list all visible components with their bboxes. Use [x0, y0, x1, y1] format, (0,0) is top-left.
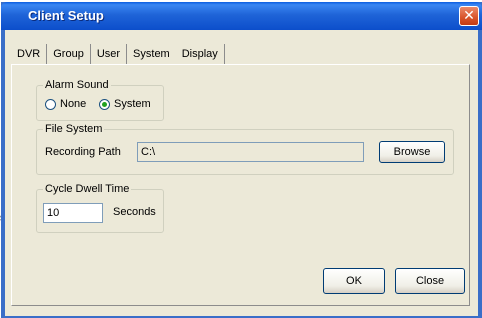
tab-group[interactable]: Group: [47, 44, 91, 64]
alarm-sound-group: Alarm Sound None System: [36, 79, 164, 121]
cycle-dwell-group: Cycle Dwell Time Seconds: [36, 183, 164, 233]
title-bar[interactable]: Client Setup ✕: [1, 2, 482, 30]
cycle-dwell-legend: Cycle Dwell Time: [43, 183, 132, 195]
recording-path-field[interactable]: [137, 142, 364, 162]
tab-strip: DVR Group User System Display: [11, 44, 225, 64]
ok-button[interactable]: OK: [323, 268, 385, 294]
dwell-time-input[interactable]: [43, 203, 103, 223]
tab-user[interactable]: User: [91, 44, 128, 64]
tab-display[interactable]: Display: [176, 44, 225, 64]
dialog-client-area: DVR Group User System Display Alarm Soun…: [5, 30, 478, 316]
client-setup-dialog: Client Setup ✕ DVR Group User System Dis…: [1, 2, 482, 318]
close-button[interactable]: Close: [395, 268, 465, 294]
radio-system-row[interactable]: System: [99, 98, 151, 110]
dialog-title: Client Setup: [28, 8, 104, 23]
close-icon: ✕: [463, 7, 475, 23]
radio-system[interactable]: [99, 98, 110, 110]
alarm-sound-legend: Alarm Sound: [43, 79, 111, 91]
recording-path-label: Recording Path: [45, 146, 121, 158]
radio-none[interactable]: [45, 98, 56, 110]
radio-none-label: None: [60, 98, 87, 110]
file-system-legend: File System: [43, 123, 105, 135]
close-window-button[interactable]: ✕: [459, 6, 479, 26]
radio-none-row[interactable]: None: [45, 98, 86, 110]
browse-button[interactable]: Browse: [379, 141, 445, 163]
tab-system[interactable]: System: [127, 44, 176, 64]
file-system-group: File System Recording Path Browse: [36, 123, 454, 175]
dwell-unit-label: Seconds: [113, 206, 156, 218]
radio-system-label: System: [114, 98, 151, 110]
tab-dvr[interactable]: DVR: [11, 44, 48, 64]
